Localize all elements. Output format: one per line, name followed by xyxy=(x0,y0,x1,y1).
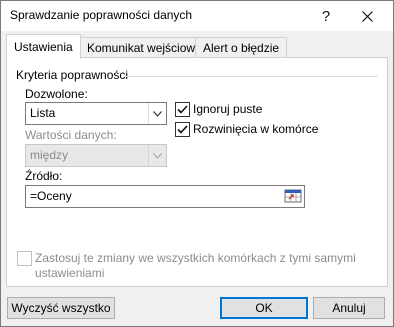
in-cell-dropdown-label: Rozwinięcia w komórce xyxy=(193,122,319,136)
close-button[interactable] xyxy=(349,1,385,31)
window-title: Sprawdzanie poprawności danych xyxy=(10,8,193,22)
source-label: Źródło: xyxy=(25,169,63,183)
allow-select-value: Lista xyxy=(30,106,56,120)
chevron-down-icon xyxy=(148,103,166,124)
help-icon: ? xyxy=(321,7,331,25)
allow-label: Dozwolone: xyxy=(25,87,88,101)
tab-input-message[interactable]: Komunikat wejściowy xyxy=(79,37,210,58)
data-select-value: między xyxy=(30,148,69,162)
allow-select[interactable]: Lista xyxy=(25,102,167,125)
ignore-blank-label: Ignoruj puste xyxy=(193,102,263,116)
range-select-icon xyxy=(284,189,302,202)
ok-button-label: OK xyxy=(255,301,273,315)
source-input-value: =Oceny xyxy=(30,189,72,203)
apply-all-label-line2: ustawieniami xyxy=(35,266,105,280)
apply-all-checkbox[interactable] xyxy=(17,251,32,266)
cancel-button[interactable]: Anuluj xyxy=(313,297,385,319)
apply-all-label-line1: Zastosuj te zmiany we wszystkich komórka… xyxy=(35,251,356,265)
chevron-down-icon xyxy=(148,145,166,166)
clear-all-button-label: Wyczyść wszystko xyxy=(11,301,111,315)
ignore-blank-checkbox[interactable] xyxy=(175,102,190,117)
data-label: Wartości danych: xyxy=(25,128,117,142)
range-select-button[interactable] xyxy=(283,187,303,204)
validation-criteria-heading: Kryteria poprawności xyxy=(16,68,129,82)
close-icon xyxy=(361,10,373,22)
source-input[interactable]: =Oceny xyxy=(25,185,305,208)
cancel-button-label: Anuluj xyxy=(332,301,366,315)
in-cell-dropdown-checkbox[interactable] xyxy=(175,122,190,137)
help-button[interactable]: ? xyxy=(308,1,344,31)
tab-settings-label: Ustawienia xyxy=(14,40,73,54)
checkmark-icon xyxy=(177,125,188,134)
settings-panel: Kryteria poprawności Dozwolone: Lista Wa… xyxy=(6,57,388,287)
tab-error-alert-label: Alert o błędzie xyxy=(203,41,280,55)
data-validation-dialog: Sprawdzanie poprawności danych ? Ustawie… xyxy=(0,0,394,327)
tab-input-message-label: Komunikat wejściowy xyxy=(87,41,202,55)
clear-all-button[interactable]: Wyczyść wszystko xyxy=(7,297,115,319)
ok-button[interactable]: OK xyxy=(220,297,308,319)
group-divider xyxy=(125,76,378,77)
tab-error-alert[interactable]: Alert o błędzie xyxy=(195,37,288,58)
checkmark-icon xyxy=(177,105,188,114)
data-select[interactable]: między xyxy=(25,144,167,167)
title-bar: Sprawdzanie poprawności danych ? xyxy=(1,1,393,31)
tab-settings[interactable]: Ustawienia xyxy=(6,34,81,59)
